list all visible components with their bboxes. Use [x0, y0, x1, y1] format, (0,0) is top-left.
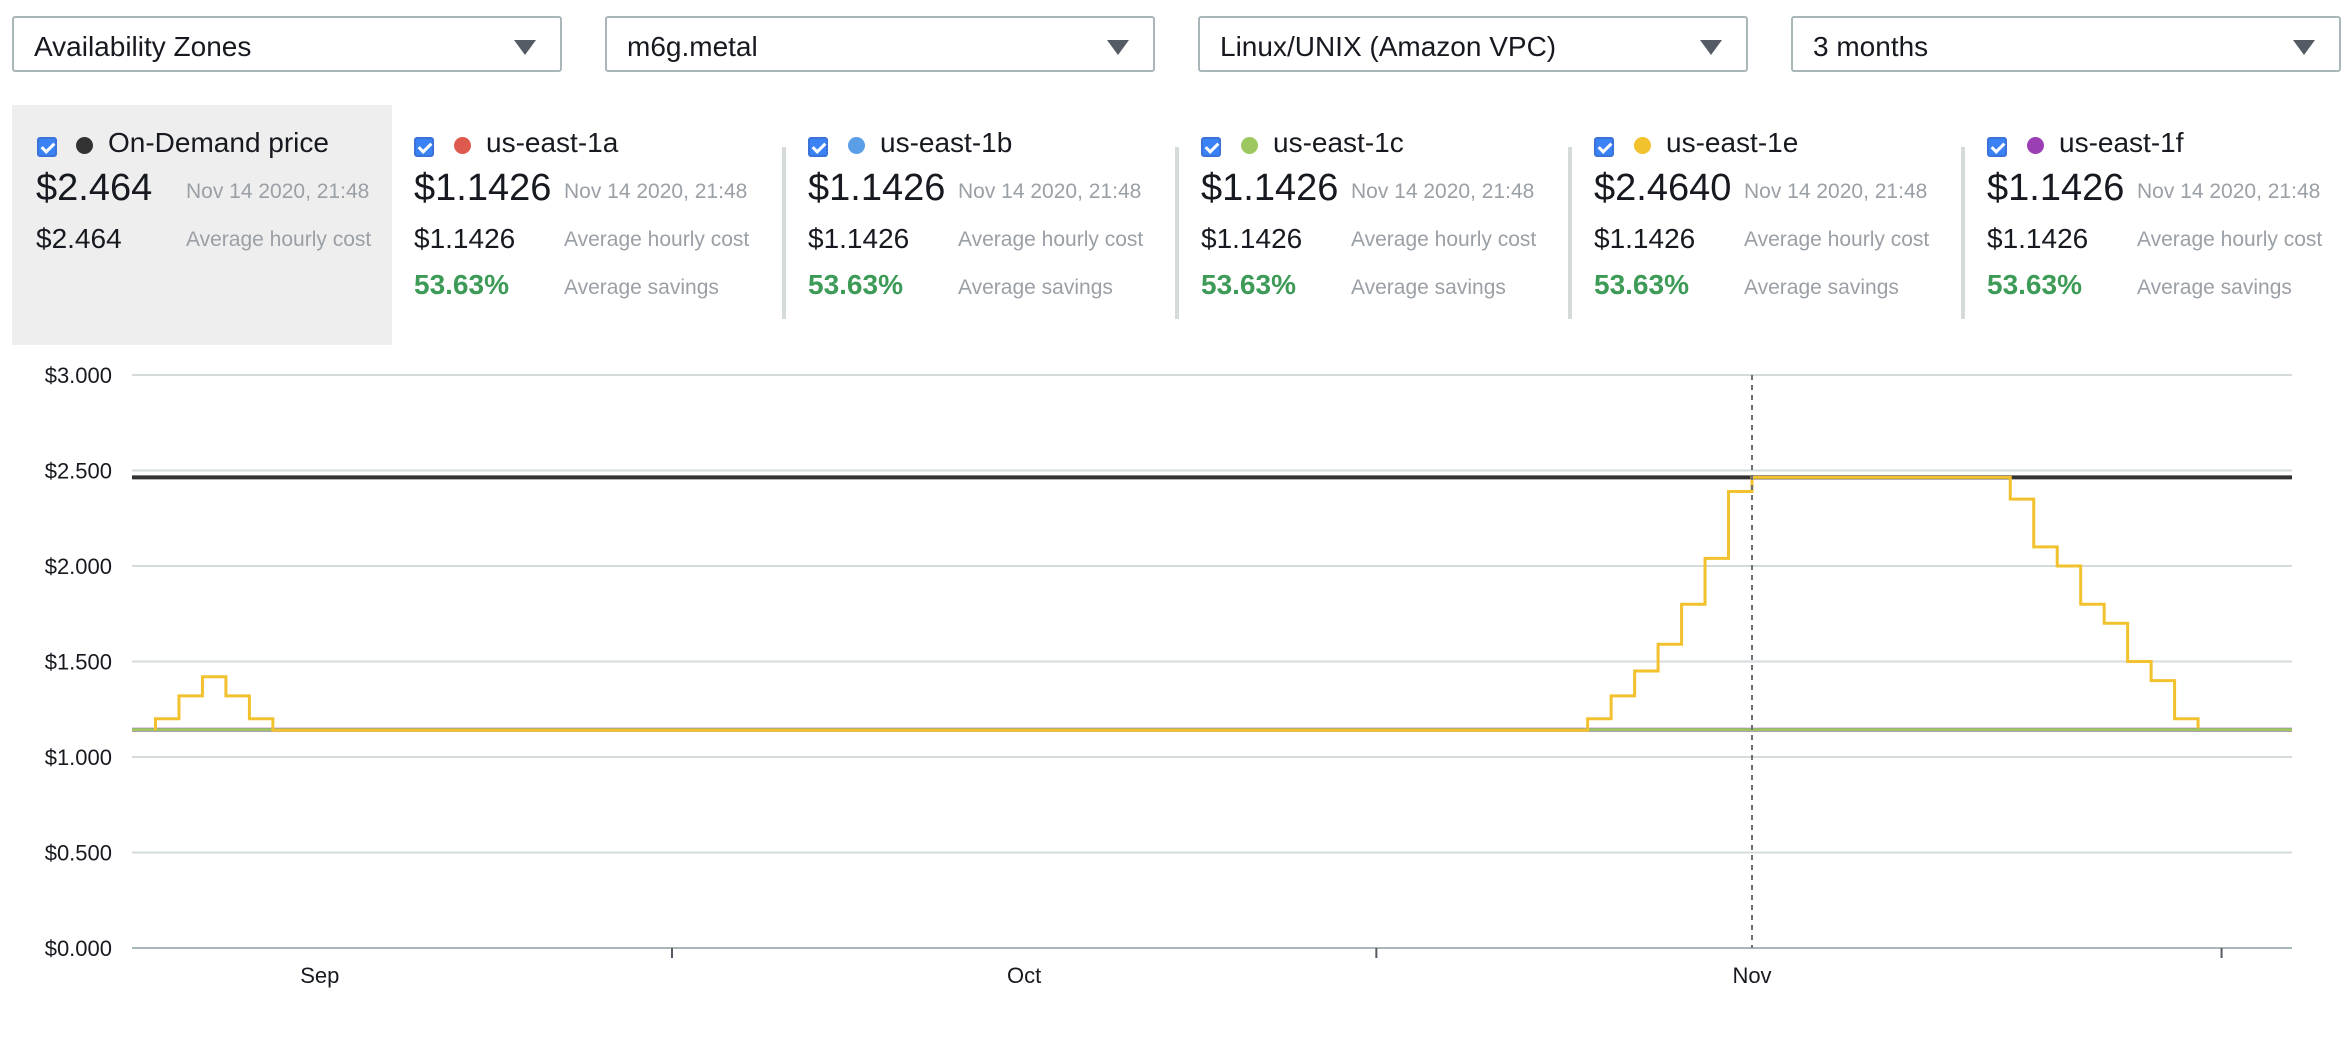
- current-price: $1.1426: [1987, 167, 2125, 209]
- y-tick-label: $2.000: [45, 554, 112, 579]
- y-tick-label: $3.000: [45, 363, 112, 388]
- chevron-down-icon: [2293, 40, 2315, 55]
- x-tick-label: Sep: [300, 963, 339, 988]
- price-timestamp: Nov 14 2020, 21:48: [2137, 180, 2321, 203]
- average-price: $2.464: [36, 223, 122, 254]
- us-east-1c-checkbox[interactable]: [1201, 137, 1221, 157]
- legend-card-us-east-1f: us-east-1f $1.1426 Nov 14 2020, 21:48 $1…: [1961, 105, 2346, 345]
- average-hourly-cost-label: Average hourly cost: [564, 228, 750, 251]
- current-price: $2.464: [36, 167, 153, 209]
- card-divider: [1961, 147, 1965, 319]
- average-price: $1.1426: [1987, 223, 2089, 254]
- platform-select[interactable]: Linux/UNIX (Amazon VPC): [1198, 16, 1748, 72]
- legend-card-us-east-1c: us-east-1c $1.1426 Nov 14 2020, 21:48 $1…: [1175, 105, 1565, 345]
- y-tick-label: $0.000: [45, 936, 112, 961]
- average-hourly-cost-label: Average hourly cost: [1351, 228, 1537, 251]
- average-savings: 53.63%: [414, 269, 509, 300]
- on-demand-checkbox[interactable]: [37, 137, 57, 157]
- instance-type-select[interactable]: m6g.metal: [605, 16, 1155, 72]
- us-east-1f-checkbox[interactable]: [1987, 137, 2007, 157]
- region-scope-select[interactable]: Availability Zones: [12, 16, 562, 72]
- legend-card-on-demand: On-Demand price $2.464 Nov 14 2020, 21:4…: [12, 105, 392, 345]
- average-hourly-cost-label: Average hourly cost: [958, 228, 1144, 251]
- date-range-value: 3 months: [1813, 31, 1929, 62]
- card-divider: [1175, 147, 1179, 319]
- average-savings-label: Average savings: [1351, 276, 1506, 299]
- average-hourly-cost-label: Average hourly cost: [186, 228, 372, 251]
- region-scope-value: Availability Zones: [34, 31, 252, 62]
- series-color-dot-icon: [848, 137, 865, 154]
- series-color-dot-icon: [1241, 137, 1258, 154]
- chevron-down-icon: [514, 40, 536, 55]
- current-price: $2.4640: [1594, 167, 1732, 209]
- series-name: us-east-1e: [1666, 127, 1799, 158]
- average-savings-label: Average savings: [1744, 276, 1899, 299]
- platform-value: Linux/UNIX (Amazon VPC): [1220, 31, 1557, 62]
- y-tick-label: $1.500: [45, 650, 112, 675]
- series-name: us-east-1f: [2059, 127, 2184, 158]
- current-price: $1.1426: [1201, 167, 1339, 209]
- us-east-1a-checkbox[interactable]: [414, 137, 434, 157]
- series-color-dot-icon: [1634, 137, 1651, 154]
- average-savings: 53.63%: [1594, 269, 1689, 300]
- average-price: $1.1426: [1594, 223, 1696, 254]
- us-east-1b-checkbox[interactable]: [808, 137, 828, 157]
- series-name: us-east-1b: [880, 127, 1013, 158]
- x-axis: Sep Oct Nov: [300, 948, 2223, 988]
- average-savings-label: Average savings: [958, 276, 1113, 299]
- average-savings: 53.63%: [1987, 269, 2082, 300]
- y-tick-label: $0.500: [45, 841, 112, 866]
- date-range-select[interactable]: 3 months: [1791, 16, 2341, 72]
- x-tick-label: Nov: [1732, 963, 1771, 988]
- price-timestamp: Nov 14 2020, 21:48: [958, 180, 1142, 203]
- average-savings-label: Average savings: [564, 276, 719, 299]
- chart-series: [132, 475, 2292, 732]
- average-price: $1.1426: [1201, 223, 1303, 254]
- price-timestamp: Nov 14 2020, 21:48: [1744, 180, 1928, 203]
- series-color-dot-icon: [454, 137, 471, 154]
- us-east-1e-checkbox[interactable]: [1594, 137, 1614, 157]
- instance-type-value: m6g.metal: [627, 31, 758, 62]
- legend-card-us-east-1a: us-east-1a $1.1426 Nov 14 2020, 21:48 $1…: [404, 105, 786, 345]
- y-tick-label: $1.000: [45, 745, 112, 770]
- legend-card-us-east-1b: us-east-1b $1.1426 Nov 14 2020, 21:48 $1…: [782, 105, 1172, 345]
- average-hourly-cost-label: Average hourly cost: [2137, 228, 2323, 251]
- y-axis: $0.000 $0.500 $1.000 $1.500 $2.000 $2.500 $3.0…: [45, 363, 112, 961]
- price-timestamp: Nov 14 2020, 21:48: [564, 180, 748, 203]
- average-price: $1.1426: [414, 223, 516, 254]
- y-tick-label: $2.500: [45, 459, 112, 484]
- series-name: us-east-1a: [486, 127, 619, 158]
- series-name: us-east-1c: [1273, 127, 1404, 158]
- card-divider: [1568, 147, 1572, 319]
- series-color-dot-icon: [2027, 137, 2044, 154]
- chevron-down-icon: [1107, 40, 1129, 55]
- chart-grid: [132, 374, 2292, 949]
- price-timestamp: Nov 14 2020, 21:48: [1351, 180, 1535, 203]
- current-price: $1.1426: [414, 167, 552, 209]
- current-price: $1.1426: [808, 167, 946, 209]
- series-name: On-Demand price: [108, 127, 329, 158]
- chevron-down-icon: [1700, 40, 1722, 55]
- average-savings: 53.63%: [808, 269, 903, 300]
- price-timestamp: Nov 14 2020, 21:48: [186, 180, 370, 203]
- legend-card-us-east-1e: us-east-1e $2.4640 Nov 14 2020, 21:48 $1…: [1568, 105, 1958, 345]
- average-hourly-cost-label: Average hourly cost: [1744, 228, 1930, 251]
- card-divider: [782, 147, 786, 319]
- average-savings-label: Average savings: [2137, 276, 2292, 299]
- average-price: $1.1426: [808, 223, 910, 254]
- x-tick-label: Oct: [1007, 963, 1041, 988]
- average-savings: 53.63%: [1201, 269, 1296, 300]
- spot-price-history-chart[interactable]: $0.000 $0.500 $1.000 $1.500 $2.000 $2.500 $3.0…: [0, 355, 2350, 1015]
- series-color-dot-icon: [76, 137, 93, 154]
- series-line-us-east-1e: [153, 475, 2200, 732]
